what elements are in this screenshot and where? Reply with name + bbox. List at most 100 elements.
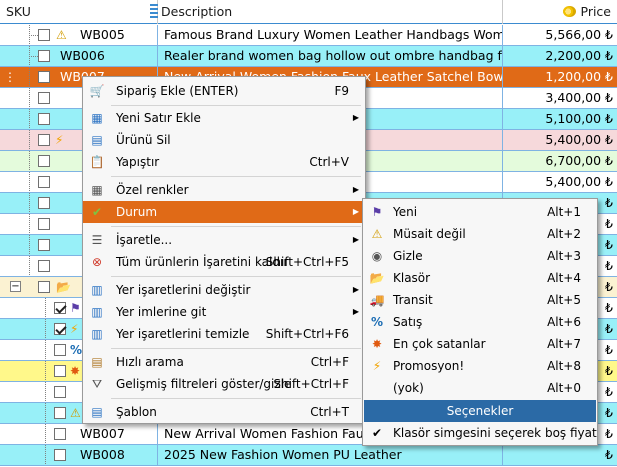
menu-item-unmark-all[interactable]: ⊗ Tüm ürünlerin İşaretini kaldır Shift+Ct… bbox=[83, 251, 365, 273]
context-menu: 🛒 Sipariş Ekle (ENTER) F9 ▦ Yeni Satır Ek… bbox=[82, 76, 366, 424]
row-checkbox[interactable] bbox=[38, 113, 50, 125]
table-row[interactable]: WB006 Realer brand women bag hollow out … bbox=[0, 46, 617, 67]
price-column-header[interactable]: Price bbox=[503, 0, 617, 24]
menu-item-delete-product[interactable]: ▤ Ürünü Sil bbox=[83, 129, 365, 151]
price-cell: 5,566,00 ₺ bbox=[545, 27, 613, 42]
row-checkbox[interactable] bbox=[38, 71, 50, 83]
menu-item-change-bookmarks[interactable]: ▥ Yer işaretlerini değiştir ▶ bbox=[83, 279, 365, 301]
menu-item-mark[interactable]: ☰ İşaretle... ▶ bbox=[83, 229, 365, 251]
menu-item-template[interactable]: ▤ Şablon Ctrl+T bbox=[83, 401, 365, 423]
submenu-item-unavailable[interactable]: ⚠ Müsait değil Alt+2 bbox=[363, 223, 597, 245]
price-cell: 5,400,00 ₺ bbox=[545, 132, 613, 147]
row-checkbox[interactable] bbox=[38, 50, 50, 62]
price-cell: 3,400,00 ₺ bbox=[545, 90, 613, 105]
price-cell: 5,100,00 ₺ bbox=[545, 111, 613, 126]
sku-column-header[interactable]: SKU bbox=[0, 0, 158, 24]
row-checkbox[interactable] bbox=[38, 29, 50, 41]
warning-icon: ⚠ bbox=[56, 28, 67, 42]
menu-separator bbox=[111, 398, 361, 399]
menu-item-quick-search[interactable]: ▤ Hızlı arama Ctrl+F bbox=[83, 351, 365, 373]
row-checkbox[interactable] bbox=[38, 239, 50, 251]
mark-icon: ☰ bbox=[91, 233, 103, 247]
row-checkbox[interactable] bbox=[54, 407, 66, 419]
submenu-option-folder-empty-price[interactable]: ✔ Klasör simgesini seçerek boş fiyat bbox=[363, 422, 597, 444]
menu-item-new-row[interactable]: ▦ Yeni Satır Ekle ▶ bbox=[83, 107, 365, 129]
clear-bookmarks-icon: ▥ bbox=[91, 327, 103, 341]
row-checkbox[interactable] bbox=[54, 449, 66, 461]
row-checkbox[interactable] bbox=[54, 365, 66, 377]
row-checkbox[interactable] bbox=[38, 218, 50, 230]
unmark-all-icon: ⊗ bbox=[91, 255, 103, 269]
hidden-eye-icon: ◉ bbox=[371, 249, 383, 263]
status-submenu: ⚑ Yeni Alt+1 ⚠ Müsait değil Alt+2 ◉ Gizle A… bbox=[362, 198, 598, 446]
lightning-icon: ⚡ bbox=[55, 133, 64, 147]
cart-icon: 🛒 bbox=[89, 84, 105, 98]
warning-icon: ⚠ bbox=[70, 406, 81, 420]
row-checkbox[interactable] bbox=[38, 197, 50, 209]
lightning-icon: ⚡ bbox=[372, 359, 382, 373]
price-cell: 1,200,00 ₺ bbox=[545, 69, 613, 84]
checkmark-icon: ✔ bbox=[91, 205, 103, 219]
submenu-item-promotion[interactable]: ⚡ Promosyon! Alt+8 bbox=[363, 355, 597, 377]
menu-item-add-order[interactable]: 🛒 Sipariş Ekle (ENTER) F9 bbox=[83, 80, 365, 102]
award-icon: ✸ bbox=[371, 337, 383, 351]
menu-item-goto-bookmark[interactable]: ▥ Yer imlerine git ▶ bbox=[83, 301, 365, 323]
folder-icon: 📂 bbox=[369, 271, 385, 285]
submenu-arrow-icon: ▶ bbox=[352, 285, 359, 294]
collapse-icon[interactable]: − bbox=[10, 281, 21, 292]
row-checkbox[interactable] bbox=[54, 386, 66, 398]
submenu-arrow-icon: ▶ bbox=[352, 235, 359, 244]
menu-separator bbox=[111, 276, 361, 277]
row-checkbox[interactable] bbox=[38, 155, 50, 167]
sku-cell: WB008 bbox=[80, 447, 125, 462]
price-cell: 5,400,00 ₺ bbox=[545, 174, 613, 189]
template-icon: ▤ bbox=[91, 405, 103, 419]
folder-icon: 📂 bbox=[56, 280, 71, 294]
percent-icon: % bbox=[370, 315, 384, 329]
submenu-item-transit[interactable]: 🚚 Transit Alt+5 bbox=[363, 289, 597, 311]
row-checkbox[interactable] bbox=[54, 323, 66, 335]
description-cell: Realer brand women bag hollow out ombre … bbox=[158, 46, 503, 66]
row-checkbox[interactable] bbox=[38, 134, 50, 146]
menu-item-advanced-filters[interactable]: ⛛ Gelişmiş filtreleri göster/gizle Shift+… bbox=[83, 373, 365, 395]
table-row[interactable]: WB008 2025 New Fashion Women PU Leather … bbox=[0, 445, 617, 466]
menu-item-paste[interactable]: 📋 Yapıştır Ctrl+V bbox=[83, 151, 365, 173]
menu-item-status[interactable]: ✔ Durum ▶ bbox=[83, 201, 365, 223]
colors-icon: ▦ bbox=[91, 183, 103, 197]
quick-search-icon: ▤ bbox=[91, 355, 103, 369]
submenu-item-new[interactable]: ⚑ Yeni Alt+1 bbox=[363, 201, 597, 223]
description-cell: Famous Brand Luxury Women Leather Handba… bbox=[158, 25, 503, 45]
submenu-item-hide[interactable]: ◉ Gizle Alt+3 bbox=[363, 245, 597, 267]
menu-separator bbox=[111, 226, 361, 227]
filter-icon: ⛛ bbox=[91, 377, 103, 391]
row-checkbox[interactable] bbox=[38, 260, 50, 272]
description-column-header[interactable]: Description bbox=[158, 0, 503, 24]
row-checkbox[interactable] bbox=[54, 302, 66, 314]
menu-item-clear-bookmarks[interactable]: ▥ Yer işaretlerini temizle Shift+Ctrl+F6 bbox=[83, 323, 365, 345]
coin-icon bbox=[562, 6, 576, 17]
row-checkbox[interactable] bbox=[38, 281, 50, 293]
table-row[interactable]: ⚠ WB005 Famous Brand Luxury Women Leather… bbox=[0, 25, 617, 46]
description-cell: 2025 New Fashion Women PU Leather bbox=[158, 445, 503, 465]
row-checkbox[interactable] bbox=[54, 344, 66, 356]
submenu-arrow-icon: ▶ bbox=[352, 307, 359, 316]
row-checkbox[interactable] bbox=[38, 92, 50, 104]
change-bookmark-icon: ▥ bbox=[91, 283, 103, 297]
submenu-item-bestsellers[interactable]: ✸ En çok satanlar Alt+7 bbox=[363, 333, 597, 355]
submenu-item-folder[interactable]: 📂 Klasör Alt+4 bbox=[363, 267, 597, 289]
goto-bookmark-icon: ▥ bbox=[91, 305, 103, 319]
menu-item-custom-colors[interactable]: ▦ Özel renkler ▶ bbox=[83, 179, 365, 201]
submenu-arrow-icon: ▶ bbox=[352, 113, 359, 122]
submenu-item-none[interactable]: (yok) Alt+0 bbox=[363, 377, 597, 399]
submenu-item-sale[interactable]: % Satış Alt+6 bbox=[363, 311, 597, 333]
row-checkbox[interactable] bbox=[38, 176, 50, 188]
checkmark-icon: ✔ bbox=[371, 426, 383, 440]
lightning-icon: ⚡ bbox=[70, 322, 79, 336]
grid-header: SKU Description Price bbox=[0, 0, 617, 24]
row-checkbox[interactable] bbox=[54, 428, 66, 440]
flag-icon: ⚑ bbox=[371, 205, 383, 219]
menu-separator bbox=[111, 105, 361, 106]
price-cell: 6,700,00 ₺ bbox=[545, 153, 613, 168]
row-indicator-icon: ⋮ bbox=[4, 70, 16, 84]
menu-separator bbox=[111, 348, 361, 349]
